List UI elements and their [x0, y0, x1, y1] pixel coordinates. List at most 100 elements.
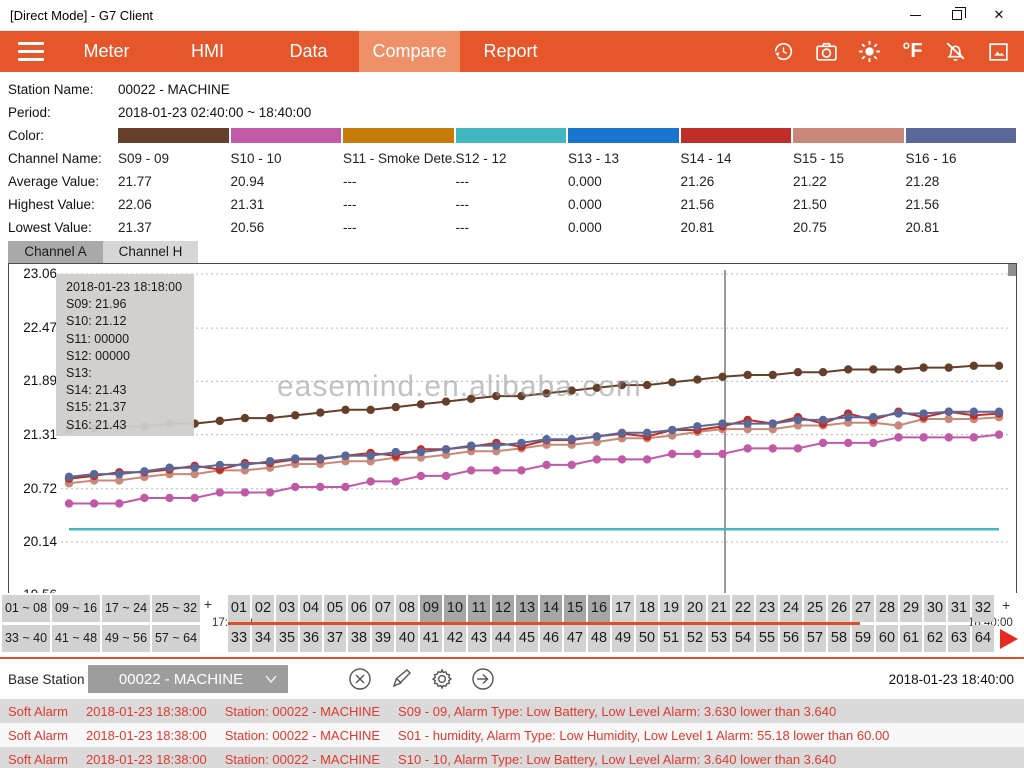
channel-cell-20[interactable]: 20 [684, 595, 706, 622]
channel-cell-35[interactable]: 35 [276, 625, 298, 652]
close-button[interactable]: ✕ [992, 8, 1006, 22]
channel-cell-38[interactable]: 38 [348, 625, 370, 652]
channel-cell-27[interactable]: 27 [852, 595, 874, 622]
channel-cell-18[interactable]: 18 [636, 595, 658, 622]
channel-cell-33[interactable]: 33 [228, 625, 250, 652]
export-icon[interactable] [469, 665, 497, 693]
channel-cell-21[interactable]: 21 [708, 595, 730, 622]
zoom-plus-left[interactable]: + [202, 595, 214, 622]
channel-cell-26[interactable]: 26 [828, 595, 850, 622]
channel-cell-01[interactable]: 01 [228, 595, 250, 622]
channel-group-17~24[interactable]: 17 ~ 24 [102, 595, 150, 622]
channel-cell-14[interactable]: 14 [540, 595, 562, 622]
channel-cell-54[interactable]: 54 [732, 625, 754, 652]
channel-cell-60[interactable]: 60 [876, 625, 898, 652]
channel-cell-17[interactable]: 17 [612, 595, 634, 622]
channel-cell-05[interactable]: 05 [324, 595, 346, 622]
cancel-icon[interactable] [346, 665, 374, 693]
channel-cell-28[interactable]: 28 [876, 595, 898, 622]
channel-cell-13[interactable]: 13 [516, 595, 538, 622]
channel-cell-16[interactable]: 16 [588, 595, 610, 622]
nav-tab-meter[interactable]: Meter [56, 31, 157, 72]
channel-cell-37[interactable]: 37 [324, 625, 346, 652]
channel-cell-09[interactable]: 09 [420, 595, 442, 622]
channel-cell-03[interactable]: 03 [276, 595, 298, 622]
channel-cell-53[interactable]: 53 [708, 625, 730, 652]
channel-cell-10[interactable]: 10 [444, 595, 466, 622]
channel-cell-36[interactable]: 36 [300, 625, 322, 652]
nav-tab-compare[interactable]: Compare [359, 31, 460, 72]
channel-cell-45[interactable]: 45 [516, 625, 538, 652]
base-station-select[interactable]: 00022 - MACHINE [88, 665, 288, 693]
channel-cell-30[interactable]: 30 [924, 595, 946, 622]
channel-group-57~64[interactable]: 57 ~ 64 [152, 625, 200, 652]
channel-cell-06[interactable]: 06 [348, 595, 370, 622]
channel-cell-25[interactable]: 25 [804, 595, 826, 622]
channel-cell-41[interactable]: 41 [420, 625, 442, 652]
channel-cell-08[interactable]: 08 [396, 595, 418, 622]
channel-cell-34[interactable]: 34 [252, 625, 274, 652]
channel-cell-31[interactable]: 31 [948, 595, 970, 622]
nav-tab-data[interactable]: Data [258, 31, 359, 72]
channel-cell-64[interactable]: 64 [972, 625, 994, 652]
channel-cell-44[interactable]: 44 [492, 625, 514, 652]
channel-cell-22[interactable]: 22 [732, 595, 754, 622]
maximize-button[interactable] [950, 8, 964, 22]
channel-group-09~16[interactable]: 09 ~ 16 [52, 595, 100, 622]
channel-cell-23[interactable]: 23 [756, 595, 778, 622]
channel-cell-47[interactable]: 47 [564, 625, 586, 652]
edit-icon[interactable] [387, 665, 415, 693]
channel-cell-29[interactable]: 29 [900, 595, 922, 622]
menu-icon[interactable] [0, 42, 56, 61]
channel-cell-56[interactable]: 56 [780, 625, 802, 652]
alarm-row[interactable]: Soft Alarm2018-01-23 18:38:00Station: 00… [0, 723, 1024, 747]
channel-cell-39[interactable]: 39 [372, 625, 394, 652]
nav-tab-report[interactable]: Report [460, 31, 561, 72]
brightness-icon[interactable] [856, 38, 883, 65]
alarm-mute-icon[interactable] [942, 38, 969, 65]
channel-cell-07[interactable]: 07 [372, 595, 394, 622]
channel-cell-32[interactable]: 32 [972, 595, 994, 622]
camera-icon[interactable] [813, 38, 840, 65]
channel-cell-62[interactable]: 62 [924, 625, 946, 652]
alarm-row[interactable]: Soft Alarm2018-01-23 18:38:00Station: 00… [0, 747, 1024, 768]
channel-cell-43[interactable]: 43 [468, 625, 490, 652]
channel-cell-59[interactable]: 59 [852, 625, 874, 652]
channel-cell-46[interactable]: 46 [540, 625, 562, 652]
channel-cell-61[interactable]: 61 [900, 625, 922, 652]
alarm-row[interactable]: Soft Alarm2018-01-23 18:38:00Station: 00… [0, 699, 1024, 723]
channel-group-25~32[interactable]: 25 ~ 32 [152, 595, 200, 622]
zoom-plus-right[interactable]: + [1002, 597, 1010, 613]
channel-cell-48[interactable]: 48 [588, 625, 610, 652]
channel-cell-57[interactable]: 57 [804, 625, 826, 652]
channel-cell-04[interactable]: 04 [300, 595, 322, 622]
tab-channel-h[interactable]: Channel H [103, 241, 198, 263]
scroll-right-arrow[interactable] [1000, 629, 1018, 649]
channel-cell-12[interactable]: 12 [492, 595, 514, 622]
channel-group-49~56[interactable]: 49 ~ 56 [102, 625, 150, 652]
channel-group-33~40[interactable]: 33 ~ 40 [2, 625, 50, 652]
channel-group-41~48[interactable]: 41 ~ 48 [52, 625, 100, 652]
temperature-unit-toggle[interactable]: °F [899, 38, 926, 65]
channel-cell-40[interactable]: 40 [396, 625, 418, 652]
channel-cell-11[interactable]: 11 [468, 595, 490, 622]
channel-cell-15[interactable]: 15 [564, 595, 586, 622]
channel-group-01~08[interactable]: 01 ~ 08 [2, 595, 50, 622]
channel-cell-58[interactable]: 58 [828, 625, 850, 652]
nav-tab-hmi[interactable]: HMI [157, 31, 258, 72]
channel-cell-42[interactable]: 42 [444, 625, 466, 652]
channel-cell-02[interactable]: 02 [252, 595, 274, 622]
tab-channel-a[interactable]: Channel A [8, 241, 103, 263]
channel-cell-55[interactable]: 55 [756, 625, 778, 652]
channel-cell-24[interactable]: 24 [780, 595, 802, 622]
sync-history-icon[interactable] [770, 38, 797, 65]
scrollbar-thumb[interactable] [1008, 264, 1016, 276]
channel-cell-19[interactable]: 19 [660, 595, 682, 622]
trend-chart[interactable]: easemind.en.alibaba.com 23.0622.4721.892… [8, 263, 1017, 593]
snapshot-box-icon[interactable] [985, 38, 1012, 65]
channel-cell-50[interactable]: 50 [636, 625, 658, 652]
channel-cell-51[interactable]: 51 [660, 625, 682, 652]
channel-cell-63[interactable]: 63 [948, 625, 970, 652]
channel-cell-49[interactable]: 49 [612, 625, 634, 652]
settings-icon[interactable] [428, 665, 456, 693]
